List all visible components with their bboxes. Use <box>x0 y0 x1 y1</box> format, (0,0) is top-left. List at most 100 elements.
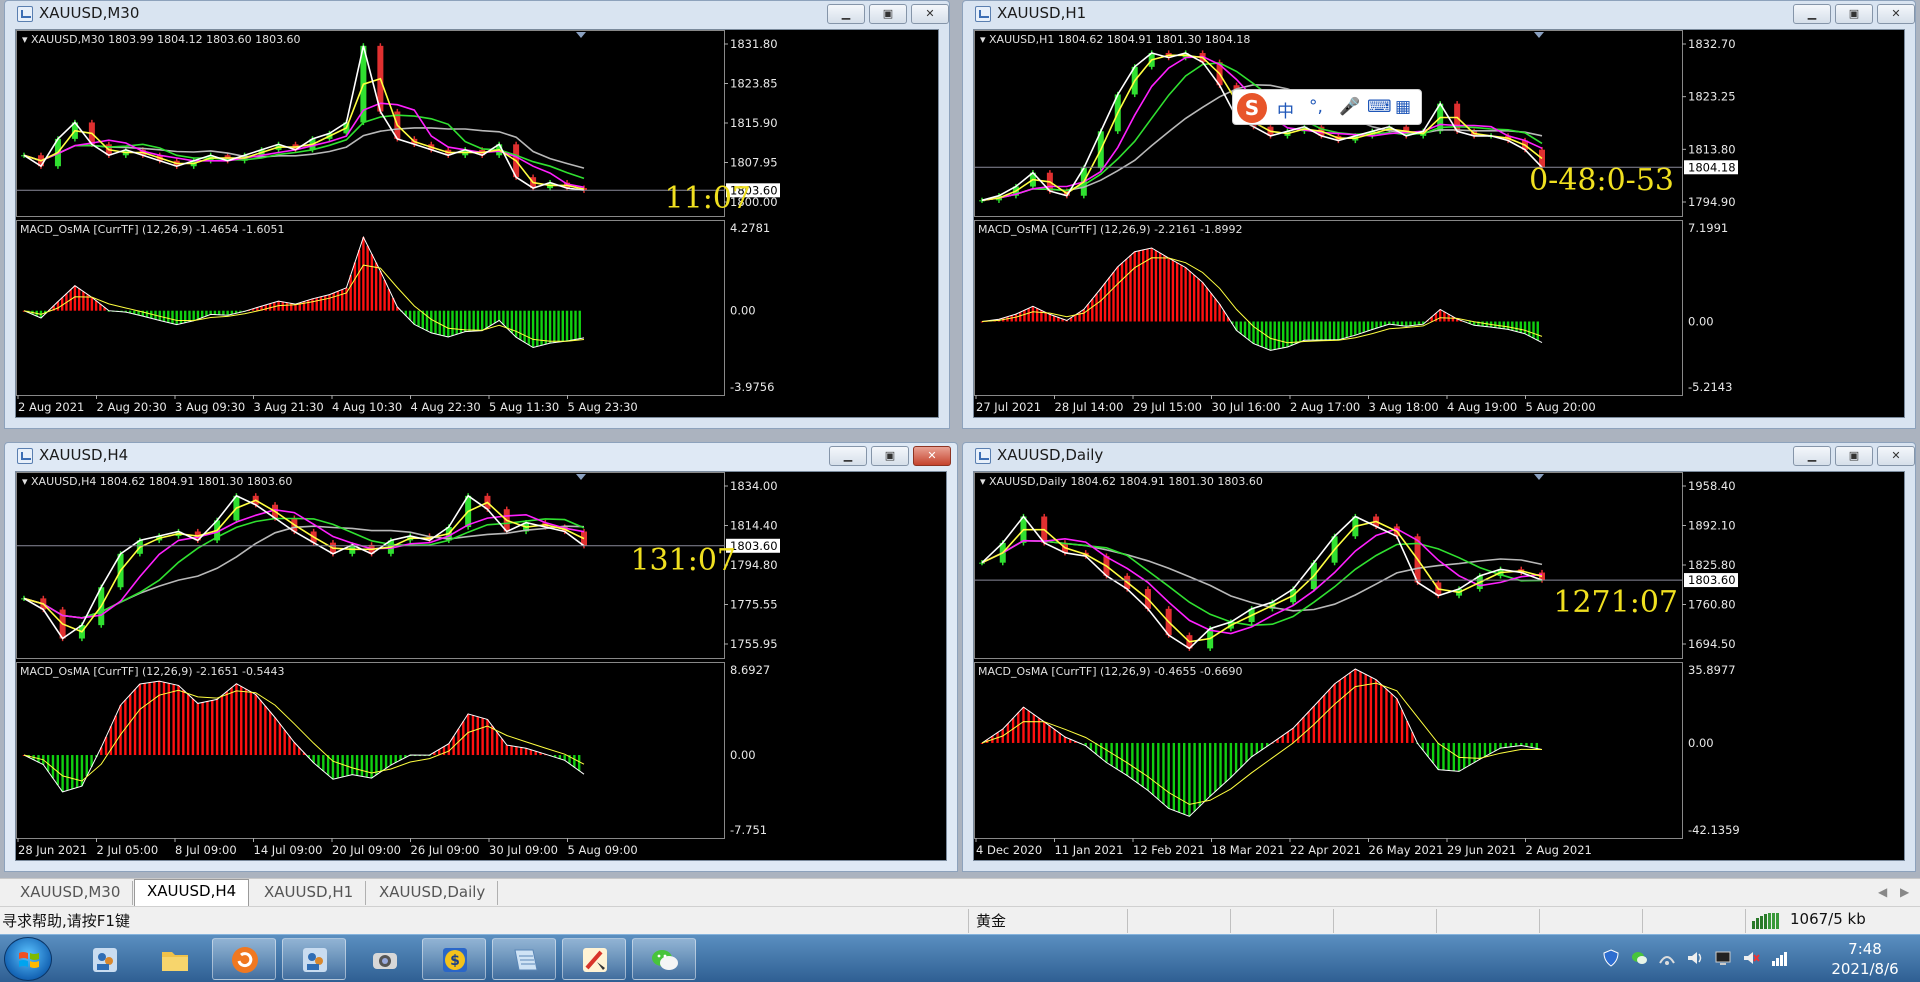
close-button[interactable]: ✕ <box>1877 446 1915 466</box>
ime-toolbar[interactable]: S 中 °, 🎤 ⌨ ▦ <box>1232 89 1422 125</box>
time-tick-label: 28 Jun 2021 <box>18 843 87 857</box>
time-tick-label: 2 Aug 20:30 <box>97 400 167 414</box>
wechat-tray-icon[interactable] <box>1630 949 1648 967</box>
chart-window-icon <box>17 6 33 22</box>
chart-window-h4[interactable]: XAUUSD,H4 ▁ ▣ ✕ 1803.60 1834.00 1814.40 179… <box>4 442 958 872</box>
ime-keyboard-icon[interactable]: ⌨ <box>1367 97 1392 117</box>
volume-icon[interactable] <box>1686 949 1704 967</box>
macd-bar <box>1248 321 1251 341</box>
chart-svg[interactable]: 1804.18 1832.70 1823.25 1813.80 1794.90 7.199… <box>974 30 1906 419</box>
maximize-button[interactable]: ▣ <box>1835 446 1873 466</box>
network-tray-icon[interactable] <box>1658 949 1676 967</box>
taskbar-user-manager[interactable] <box>72 938 136 980</box>
window-titlebar[interactable]: XAUUSD,H4 ▁ ▣ ✕ <box>5 443 957 469</box>
chart-canvas[interactable]: 1804.18 1832.70 1823.25 1813.80 1794.90 7.199… <box>973 29 1905 418</box>
macd-bar <box>94 300 98 311</box>
macd-bar <box>1188 742 1191 817</box>
chart-svg[interactable]: 1803.601831.801823.851815.901807.951800.… <box>16 30 940 419</box>
macd-bar <box>370 755 373 779</box>
minimize-button[interactable]: ▁ <box>1793 4 1831 24</box>
close-button[interactable]: ✕ <box>913 446 951 466</box>
macd-bar <box>1320 321 1323 340</box>
macd-bar <box>1515 321 1518 332</box>
macd-bar <box>1048 725 1051 743</box>
window-titlebar[interactable]: XAUUSD,Daily ▁ ▣ ✕ <box>963 443 1915 469</box>
mute-icon[interactable] <box>1742 949 1760 967</box>
time-tick-label: 2 Aug 2021 <box>1526 843 1592 857</box>
macd-bar <box>1180 265 1183 322</box>
shift-marker-icon <box>1534 474 1544 480</box>
taskbar-finance-app[interactable]: $ <box>422 938 486 980</box>
ime-microphone-icon[interactable]: 🎤 <box>1339 97 1360 117</box>
price-tick-label: 1813.80 <box>1688 142 1736 156</box>
minimize-button[interactable]: ▁ <box>829 446 867 466</box>
macd-bar <box>201 702 204 756</box>
display-tray-icon[interactable] <box>1714 949 1732 967</box>
macd-bar <box>138 683 142 756</box>
tab-scroll-right-icon[interactable]: ▶ <box>1900 885 1909 899</box>
chart-window-daily[interactable]: XAUUSD,Daily ▁ ▣ ✕ 1803.60 1958.40 1892.10… <box>962 442 1916 872</box>
macd-bar <box>1502 321 1506 329</box>
macd-bar <box>1011 718 1015 743</box>
macd-bar <box>269 711 272 756</box>
ime-punctuation-icon[interactable]: °, <box>1309 97 1323 117</box>
taskbar-camera[interactable] <box>352 938 416 980</box>
maximize-button[interactable]: ▣ <box>871 446 909 466</box>
security-shield-icon[interactable] <box>1602 949 1620 967</box>
window-titlebar[interactable]: XAUUSD,M30 ▁ ▣ ✕ <box>5 1 949 27</box>
minimize-button[interactable]: ▁ <box>1793 446 1831 466</box>
macd-bar <box>1511 321 1514 331</box>
macd-bar <box>557 310 560 343</box>
macd-bar <box>1031 306 1035 322</box>
macd-bar <box>1208 742 1212 797</box>
close-button[interactable]: ✕ <box>1877 4 1915 24</box>
taskbar-wechat[interactable] <box>632 938 696 980</box>
chart-window-icon <box>975 448 991 464</box>
time-tick-label: 27 Jul 2021 <box>976 400 1041 414</box>
ime-logo-icon[interactable]: S <box>1237 93 1267 123</box>
macd-bar <box>278 723 282 756</box>
taskbar-paint-tool[interactable] <box>562 938 626 980</box>
macd-info-label: MACD_OsMA [CurrTF] (12,26,9) -0.4655 -0.… <box>978 665 1242 678</box>
macd-bar <box>471 715 475 756</box>
chart-svg[interactable]: 1803.60 1834.00 1814.40 1794.80 1775.55 1755.… <box>16 472 948 862</box>
chart-window-m30[interactable]: XAUUSD,M30 ▁ ▣ ✕ 1803.60 1831.80 1823.85 18… <box>4 0 950 429</box>
macd-bar <box>1324 321 1327 340</box>
chart-window-h1[interactable]: XAUUSD,H1 ▁ ▣ ✕ 1804.18 1832.70 1823.25 181… <box>962 0 1916 429</box>
signal-strength-icon[interactable] <box>1770 949 1788 967</box>
macd-bar <box>1468 742 1471 766</box>
macd-bar <box>1297 722 1300 743</box>
ime-chinese-mode[interactable]: 中 <box>1277 97 1294 122</box>
macd-bar <box>1095 293 1098 322</box>
tab-xauusd-daily[interactable]: XAUUSD,Daily <box>367 881 499 905</box>
macd-panel-frame <box>16 220 725 396</box>
macd-bar <box>148 682 151 756</box>
chart-canvas[interactable]: 1803.60 1834.00 1814.40 1794.80 1775.55 1755.… <box>15 471 947 861</box>
macd-bar <box>85 755 88 777</box>
taskbar-refresh-app[interactable] <box>212 938 276 980</box>
macd-bar <box>1125 259 1128 322</box>
maximize-button[interactable]: ▣ <box>1835 4 1873 24</box>
chart-svg[interactable]: 1803.60 1958.40 1892.10 1825.80 1760.80 1694.… <box>974 472 1906 862</box>
start-button[interactable] <box>4 937 52 981</box>
taskbar-clock[interactable]: 7:48 2021/8/6 <box>1815 939 1915 979</box>
macd-bar <box>370 254 374 311</box>
shift-marker-icon <box>1534 32 1544 38</box>
chart-canvas[interactable]: 1803.60 1831.80 1823.85 1815.90 1807.95 1800.… <box>15 29 939 418</box>
macd-bar <box>355 755 359 776</box>
taskbar-notepad[interactable] <box>492 938 556 980</box>
window-titlebar[interactable]: XAUUSD,H1 ▁ ▣ ✕ <box>963 1 1915 27</box>
chart-canvas[interactable]: 1803.60 1958.40 1892.10 1825.80 1760.80 1694.… <box>973 471 1905 861</box>
minimize-button[interactable]: ▁ <box>827 4 865 24</box>
macd-bar <box>319 296 323 311</box>
tab-xauusd-h4[interactable]: XAUUSD,H4 <box>134 879 250 906</box>
taskbar-file-explorer[interactable] <box>142 938 206 980</box>
macd-bar <box>565 310 569 342</box>
maximize-button[interactable]: ▣ <box>869 4 907 24</box>
tab-scroll-left-icon[interactable]: ◀ <box>1878 885 1887 899</box>
taskbar-metatrader[interactable] <box>282 938 346 980</box>
close-button[interactable]: ✕ <box>911 4 949 24</box>
tab-xauusd-m30[interactable]: XAUUSD,M30 <box>8 881 134 905</box>
tab-xauusd-h1[interactable]: XAUUSD,H1 <box>252 881 367 905</box>
ime-toolbox-icon[interactable]: ▦ <box>1395 97 1411 117</box>
